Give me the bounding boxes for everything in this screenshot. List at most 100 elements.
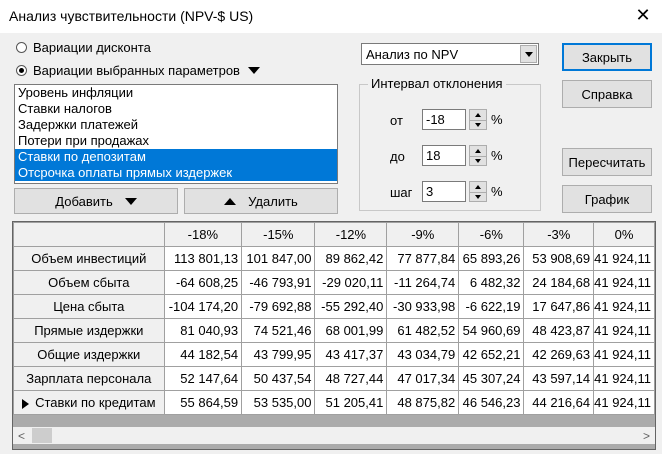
table-cell[interactable]: 6 482,32: [458, 270, 525, 295]
row-header[interactable]: Зарплата персонала: [13, 366, 165, 391]
table-cell[interactable]: 41 924,11: [593, 390, 655, 415]
parameters-listbox[interactable]: Уровень инфляции Ставки налогов Задержки…: [14, 84, 338, 184]
to-input[interactable]: 18: [422, 145, 466, 166]
table-cell[interactable]: 42 269,63: [523, 342, 595, 367]
scroll-left-icon[interactable]: <: [13, 427, 30, 444]
from-input[interactable]: -18: [422, 109, 466, 130]
table-cell[interactable]: -64 608,25: [163, 270, 243, 295]
close-button[interactable]: Закрыть: [562, 43, 652, 71]
step-input[interactable]: 3: [422, 181, 466, 202]
table-cell[interactable]: -29 020,11: [314, 270, 388, 295]
table-cell[interactable]: 50 437,54: [241, 366, 316, 391]
row-header[interactable]: Ставки по кредитам: [13, 390, 165, 415]
table-cell[interactable]: 48 727,44: [314, 366, 388, 391]
table-cell[interactable]: 43 597,14: [523, 366, 595, 391]
horizontal-scrollbar[interactable]: < >: [13, 427, 655, 444]
table-cell[interactable]: 54 960,69: [458, 318, 525, 343]
table-cell[interactable]: 52 147,64: [163, 366, 243, 391]
table-cell[interactable]: -46 793,91: [241, 270, 316, 295]
list-item-selected[interactable]: Ставки по депозитам: [15, 149, 337, 165]
column-header[interactable]: -9%: [386, 222, 460, 247]
table-cell[interactable]: -30 933,98: [386, 294, 460, 319]
recalculate-button[interactable]: Пересчитать: [562, 148, 652, 176]
row-header[interactable]: Общие издержки: [13, 342, 165, 367]
table-cell[interactable]: 43 417,37: [314, 342, 388, 367]
spin-up-icon[interactable]: [475, 112, 481, 117]
table-cell[interactable]: 41 924,11: [593, 342, 655, 367]
radio-button-icon[interactable]: [16, 41, 27, 53]
table-cell[interactable]: -6 622,19: [458, 294, 525, 319]
table-cell[interactable]: 65 893,26: [458, 246, 525, 271]
table-cell[interactable]: 41 924,11: [593, 318, 655, 343]
row-header[interactable]: Объем сбыта: [13, 270, 165, 295]
column-header[interactable]: -18%: [163, 222, 243, 247]
table-cell[interactable]: 101 847,00: [241, 246, 316, 271]
scroll-thumb[interactable]: [32, 428, 52, 443]
list-item[interactable]: Уровень инфляции: [15, 85, 337, 101]
row-header[interactable]: Цена сбыта: [13, 294, 165, 319]
table-cell[interactable]: 17 647,86: [523, 294, 595, 319]
radio-selected-params-variation[interactable]: Вариации выбранных параметров: [16, 61, 260, 79]
spin-up-icon[interactable]: [475, 184, 481, 189]
chevron-down-icon[interactable]: [520, 45, 537, 63]
scroll-right-icon[interactable]: >: [638, 427, 655, 444]
table-row[interactable]: Общие издержки 44 182,54 43 799,95 43 417,3…: [13, 342, 655, 367]
to-spinner[interactable]: [469, 145, 487, 166]
table-row[interactable]: Объем сбыта -64 608,25 -46 793,91 -29 020,1…: [13, 270, 655, 295]
table-cell[interactable]: 41 924,11: [593, 270, 655, 295]
list-item-selected[interactable]: Отсрочка оплаты прямых издержек: [15, 165, 337, 181]
column-header[interactable]: -12%: [314, 222, 388, 247]
column-header[interactable]: -3%: [523, 222, 595, 247]
table-cell[interactable]: 51 205,41: [314, 390, 388, 415]
radio-button-checked-icon[interactable]: [16, 64, 27, 76]
list-item[interactable]: Ставки налогов: [15, 101, 337, 117]
table-cell[interactable]: 74 521,46: [241, 318, 316, 343]
column-header[interactable]: -15%: [241, 222, 316, 247]
table-cell[interactable]: 48 423,87: [523, 318, 595, 343]
table-cell[interactable]: 53 908,69: [523, 246, 595, 271]
column-header[interactable]: 0%: [593, 222, 655, 247]
close-window-icon[interactable]: ✕: [632, 4, 654, 26]
table-cell[interactable]: 81 040,93: [163, 318, 243, 343]
table-cell[interactable]: -11 264,74: [386, 270, 460, 295]
row-header[interactable]: Объем инвестиций: [13, 246, 165, 271]
step-spinner[interactable]: [469, 181, 487, 202]
spin-down-icon[interactable]: [475, 194, 481, 199]
table-cell[interactable]: 46 546,23: [458, 390, 525, 415]
table-row[interactable]: Ставки по кредитам 55 864,59 53 535,00 51 2…: [13, 390, 655, 415]
table-cell[interactable]: 45 307,24: [458, 366, 525, 391]
table-cell[interactable]: 43 034,79: [386, 342, 460, 367]
table-cell[interactable]: 68 001,99: [314, 318, 388, 343]
table-cell[interactable]: -55 292,40: [314, 294, 388, 319]
table-row[interactable]: Прямые издержки 81 040,93 74 521,46 68 001,…: [13, 318, 655, 343]
remove-button[interactable]: Удалить: [184, 188, 338, 214]
from-spinner[interactable]: [469, 109, 487, 130]
dropdown-arrow-icon[interactable]: [247, 66, 260, 74]
table-cell[interactable]: -79 692,88: [241, 294, 316, 319]
table-cell[interactable]: 41 924,11: [593, 246, 655, 271]
table-cell[interactable]: -104 174,20: [163, 294, 243, 319]
radio-discount-variation[interactable]: Вариации дисконта: [16, 38, 151, 56]
graph-button[interactable]: График: [562, 185, 652, 213]
table-cell[interactable]: 41 924,11: [593, 294, 655, 319]
table-cell[interactable]: 53 535,00: [241, 390, 316, 415]
column-header[interactable]: -6%: [458, 222, 525, 247]
table-cell[interactable]: 48 875,82: [386, 390, 460, 415]
spin-down-icon[interactable]: [475, 158, 481, 163]
table-cell[interactable]: 61 482,52: [386, 318, 460, 343]
sensitivity-table[interactable]: -18% -15% -12% -9% -6% -3% 0% Объем инвестиций 1…: [12, 221, 656, 450]
table-cell[interactable]: 44 182,54: [163, 342, 243, 367]
table-cell[interactable]: 42 652,21: [458, 342, 525, 367]
table-row[interactable]: Объем инвестиций 113 801,13 101 847,00 89 8…: [13, 246, 655, 271]
table-cell[interactable]: 44 216,64: [523, 390, 595, 415]
spin-up-icon[interactable]: [475, 148, 481, 153]
table-cell[interactable]: 24 184,68: [523, 270, 595, 295]
table-row[interactable]: Зарплата персонала 52 147,64 50 437,54 48 7…: [13, 366, 655, 391]
table-cell[interactable]: 41 924,11: [593, 366, 655, 391]
list-item[interactable]: Потери при продажах: [15, 133, 337, 149]
table-cell[interactable]: 47 017,34: [386, 366, 460, 391]
list-item[interactable]: Задержки платежей: [15, 117, 337, 133]
table-cell[interactable]: 113 801,13: [163, 246, 243, 271]
table-cell[interactable]: 89 862,42: [314, 246, 388, 271]
table-row[interactable]: Цена сбыта -104 174,20 -79 692,88 -55 292,4…: [13, 294, 655, 319]
